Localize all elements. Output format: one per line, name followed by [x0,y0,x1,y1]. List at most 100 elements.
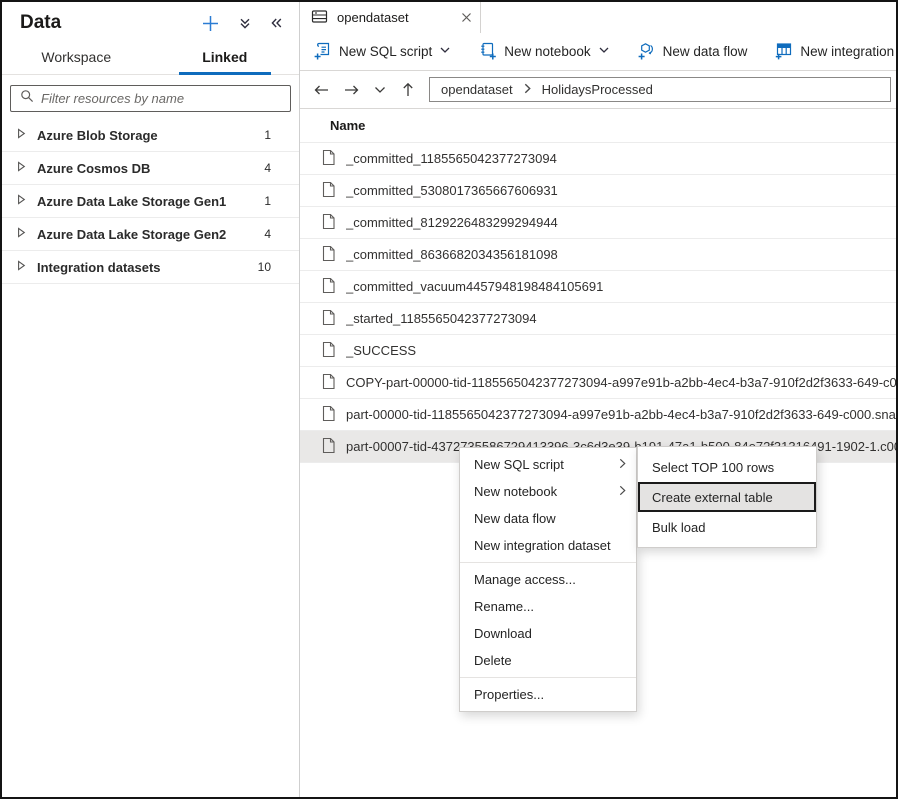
file-row[interactable]: _committed_vacuum4457948198484105691 [300,271,896,303]
breadcrumb-chevron-icon [524,82,531,97]
menu-item-properties[interactable]: Properties... [460,681,636,708]
menu-item-label: Rename... [474,599,626,614]
file-name: _started_1185565042377273094 [346,311,537,326]
menu-item-label: Properties... [474,687,626,702]
history-chevron-down-icon[interactable] [373,83,387,97]
file-name: _committed_8129226483299294944 [346,215,558,230]
menu-item-new-data-flow[interactable]: New data flow [460,505,636,532]
add-icon[interactable] [200,13,221,34]
tab-linked[interactable]: Linked [151,42,300,74]
submenu-item-select-top-100-rows[interactable]: Select TOP 100 rows [638,452,816,482]
file-icon [321,181,336,201]
new-sql-script-submenu: Select TOP 100 rows Create external tabl… [637,446,817,548]
menu-item-label: Delete [474,653,626,668]
synapse-data-window: Data Workspace Linked [0,0,898,799]
tree-item-label: Integration datasets [37,260,247,275]
file-icon [321,437,336,457]
chevron-right-icon[interactable] [17,192,26,210]
toolbar-label: New data flow [663,44,748,59]
tab-linked-label: Linked [202,49,247,65]
double-chevron-down-icon[interactable] [238,16,252,30]
file-row[interactable]: _committed_1185565042377273094 [300,143,896,175]
tree-item-adls-gen1[interactable]: Azure Data Lake Storage Gen1 1 [2,185,299,218]
sidebar-tabs: Workspace Linked [2,42,299,75]
menu-item-new-integration-dataset[interactable]: New integration dataset [460,532,636,559]
menu-item-label: Create external table [652,490,804,505]
filter-resources-input[interactable] [41,91,281,106]
breadcrumb-item-holidaysprocessed[interactable]: HolidaysProcessed [542,82,653,97]
file-row[interactable]: _committed_8636682034356181098 [300,239,896,271]
filter-resources-box [10,85,291,112]
new-integration-dataset-icon [774,41,793,63]
file-row[interactable]: _SUCCESS [300,335,896,367]
menu-item-manage-access[interactable]: Manage access... [460,566,636,593]
breadcrumb: opendataset HolidaysProcessed [429,77,891,102]
tree-item-label: Azure Blob Storage [37,128,253,143]
menu-item-label: Download [474,626,626,641]
menu-item-label: New data flow [474,511,626,526]
submenu-chevron-icon [619,457,626,472]
menu-item-new-sql-script[interactable]: New SQL script [460,451,636,478]
new-notebook-icon [478,41,497,63]
page-title: Data [20,12,200,34]
collapse-panel-icon[interactable] [269,16,283,30]
file-name: _committed_8636682034356181098 [346,247,558,262]
file-name: _committed_1185565042377273094 [346,151,557,166]
back-arrow-icon[interactable] [313,82,330,98]
forward-arrow-icon[interactable] [343,82,360,98]
sidebar-header: Data [2,2,299,36]
search-icon [20,89,34,108]
chevron-down-icon [439,44,451,59]
file-row[interactable]: _committed_5308017365667606931 [300,175,896,207]
file-icon [321,213,336,233]
up-level-icon[interactable] [400,82,416,98]
toolbar-label: New SQL script [339,44,432,59]
tab-workspace-label: Workspace [41,49,111,65]
context-menu: New SQL script New notebook New data flo… [459,447,637,712]
chevron-right-icon[interactable] [17,159,26,177]
chevron-right-icon[interactable] [17,225,26,243]
column-header-name[interactable]: Name [300,109,896,143]
new-data-flow-button[interactable]: New data flow [637,41,748,63]
command-bar: New SQL script New notebook New data flo [300,33,896,71]
file-row[interactable]: part-00000-tid-1185565042377273094-a997e… [300,399,896,431]
new-notebook-button[interactable]: New notebook [478,41,609,63]
tree-item-azure-cosmos-db[interactable]: Azure Cosmos DB 4 [2,152,299,185]
menu-item-download[interactable]: Download [460,620,636,647]
tab-title: opendataset [337,10,452,25]
file-icon [321,277,336,297]
tree-item-count: 10 [258,260,271,274]
toolbar-label: New integration dataset [800,44,896,59]
file-row[interactable]: COPY-part-00000-tid-1185565042377273094-… [300,367,896,399]
menu-item-new-notebook[interactable]: New notebook [460,478,636,505]
tree-item-adls-gen2[interactable]: Azure Data Lake Storage Gen2 4 [2,218,299,251]
navigation-bar: opendataset HolidaysProcessed [300,71,896,109]
submenu-item-bulk-load[interactable]: Bulk load [638,512,816,542]
tree-item-label: Azure Data Lake Storage Gen1 [37,194,253,209]
active-tab-underline [179,72,271,75]
file-name: part-00000-tid-1185565042377273094-a997e… [346,407,896,422]
file-icon [321,245,336,265]
file-row[interactable]: _started_1185565042377273094 [300,303,896,335]
tab-workspace[interactable]: Workspace [2,42,151,74]
file-name: _committed_5308017365667606931 [346,183,558,198]
file-icon [321,405,336,425]
tree-item-count: 4 [264,227,271,241]
submenu-item-create-external-table[interactable]: Create external table [638,482,816,512]
menu-item-delete[interactable]: Delete [460,647,636,674]
chevron-right-icon[interactable] [17,126,26,144]
chevron-right-icon[interactable] [17,258,26,276]
new-integration-dataset-button[interactable]: New integration dataset [774,41,896,63]
new-sql-script-button[interactable]: New SQL script [313,41,451,63]
new-data-flow-icon [637,41,656,63]
tree-item-integration-datasets[interactable]: Integration datasets 10 [2,251,299,284]
menu-item-rename[interactable]: Rename... [460,593,636,620]
tree-item-label: Azure Cosmos DB [37,161,253,176]
tree-item-azure-blob-storage[interactable]: Azure Blob Storage 1 [2,119,299,152]
breadcrumb-item-opendataset[interactable]: opendataset [441,82,513,97]
file-row[interactable]: _committed_8129226483299294944 [300,207,896,239]
menu-item-label: New integration dataset [474,538,626,553]
tab-opendataset[interactable]: opendataset [300,2,481,33]
close-icon[interactable] [461,12,472,23]
submenu-chevron-icon [619,484,626,499]
